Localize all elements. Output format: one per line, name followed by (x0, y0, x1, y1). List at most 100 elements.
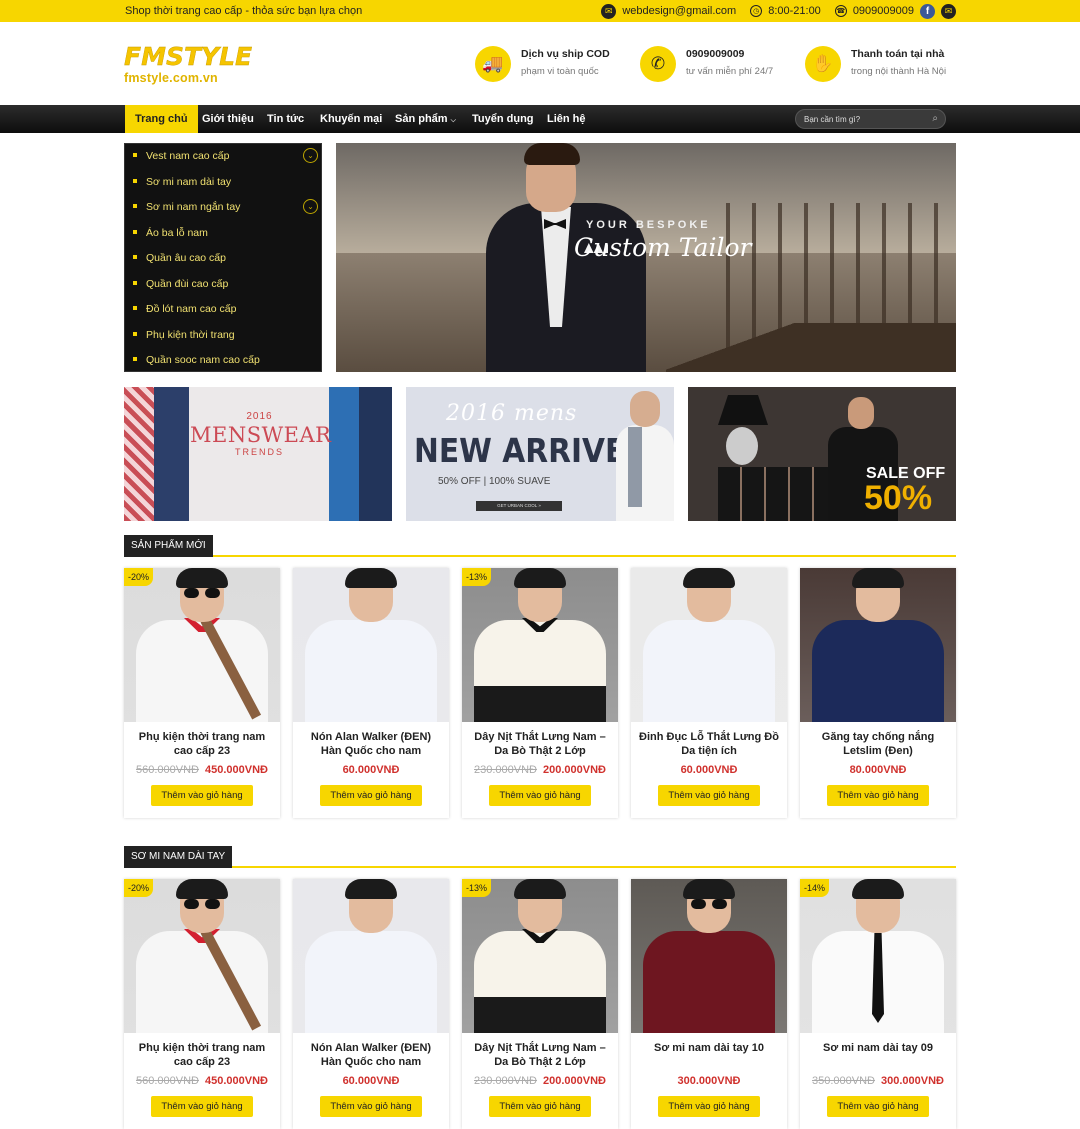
banner-title: NEW ARRIVE (414, 431, 626, 470)
section-title[interactable]: SẢN PHẨM MỚI (124, 535, 213, 557)
add-to-cart-button[interactable]: Thêm vào giỏ hàng (827, 1096, 929, 1117)
product-model-body (812, 620, 944, 722)
product-card[interactable]: -20% Phụ kiện thời trang nam cao cấp 23 56… (124, 879, 280, 1129)
nav-item-contact[interactable]: Liên hệ (537, 105, 596, 133)
sidebar-item-shorts[interactable]: Quần đùi cao cấp (125, 272, 323, 297)
bullet-icon (133, 178, 137, 183)
sidebar-item-underwear[interactable]: Đồ lót nam cao cấp (125, 297, 323, 322)
product-image[interactable] (462, 568, 618, 722)
product-name[interactable]: Đinh Đục Lỗ Thắt Lưng Đồ Da tiện ích (637, 730, 781, 758)
banner-sale-off[interactable]: SALE OFF 50% (688, 387, 956, 521)
product-image[interactable] (631, 879, 787, 1033)
bullet-icon (133, 255, 137, 259)
chevron-down-icon[interactable]: ⌄ (303, 199, 318, 214)
top-hours: 8:00-21:00 (768, 5, 821, 17)
product-card[interactable]: Đinh Đục Lỗ Thắt Lưng Đồ Da tiện ích 60.0… (631, 568, 787, 818)
product-price: 60.000VNĐ (631, 764, 787, 776)
nav-item-promotions[interactable]: Khuyến mại (310, 105, 392, 133)
site-logo[interactable]: FMSTYLE fmstyle.com.vn (124, 43, 253, 94)
product-card[interactable]: Nón Alan Walker (ĐEN) Hàn Quốc cho nam 60… (293, 879, 449, 1129)
sidebar-item-tank-top[interactable]: Áo ba lỗ nam (125, 221, 323, 246)
product-name[interactable]: Dây Nịt Thắt Lưng Nam – Da Bò Thật 2 Lớp (468, 730, 612, 758)
sidebar-item-label: Quần âu cao cấp (146, 252, 226, 264)
add-to-cart-button[interactable]: Thêm vào giỏ hàng (151, 1096, 253, 1117)
product-card[interactable]: Găng tay chống nắng Letslim (Đen) 80.000V… (800, 568, 956, 818)
banner-button[interactable]: GET URBAN COOL » (476, 501, 562, 511)
product-image[interactable] (293, 879, 449, 1033)
add-to-cart-button[interactable]: Thêm vào giỏ hàng (658, 1096, 760, 1117)
product-image[interactable] (800, 879, 956, 1033)
product-model-hair (683, 568, 735, 588)
product-name[interactable]: Nón Alan Walker (ĐEN) Hàn Quốc cho nam (299, 730, 443, 758)
sidebar-item-long-sleeve[interactable]: Sơ mi nam dài tay (125, 170, 323, 195)
product-image[interactable] (124, 568, 280, 722)
product-card[interactable]: -13% Dây Nịt Thắt Lưng Nam – Da Bò Thật 2… (462, 568, 618, 818)
product-name[interactable]: Sơ mi nam dài tay 10 (637, 1041, 781, 1055)
banner-offer: 50% OFF | 100% SUAVE (438, 476, 551, 487)
product-image[interactable] (124, 879, 280, 1033)
product-image[interactable] (462, 879, 618, 1033)
banner-menswear[interactable]: 2016 MENSWEAR TRENDS (124, 387, 392, 521)
product-price: 60.000VNĐ (293, 764, 449, 776)
product-card[interactable]: -20% Phụ kiện thời trang nam cao cấp 23 56… (124, 568, 280, 818)
search-input[interactable] (804, 112, 924, 126)
chevron-down-icon[interactable]: ⌄ (303, 148, 318, 163)
payment-hand-icon: ✋ (805, 46, 841, 82)
bullet-icon (133, 306, 137, 310)
product-model-hair (683, 879, 735, 899)
product-model-body (305, 620, 437, 722)
product-card[interactable]: Sơ mi nam dài tay 10 300.000VNĐ Thêm vào g… (631, 879, 787, 1129)
product-card[interactable]: -14% Sơ mi nam dài tay 09 350.000VNĐ 300.00… (800, 879, 956, 1129)
hero-model-hair (524, 143, 580, 165)
service-sub: phạm vi toàn quốc (521, 66, 599, 77)
product-model-hair (345, 879, 397, 899)
top-phone[interactable]: 0909009009 (853, 5, 914, 17)
banner-new-arrive[interactable]: 2016 mens NEW ARRIVE 50% OFF | 100% SUAV… (406, 387, 674, 521)
add-to-cart-button[interactable]: Thêm vào giỏ hàng (658, 785, 760, 806)
add-to-cart-button[interactable]: Thêm vào giỏ hàng (151, 785, 253, 806)
product-price: 300.000VNĐ (631, 1075, 787, 1087)
product-name[interactable]: Sơ mi nam dài tay 09 (806, 1041, 950, 1055)
sidebar-item-vest[interactable]: Vest nam cao cấp ⌄ (125, 144, 323, 169)
category-sidebar: Vest nam cao cấp ⌄ Sơ mi nam dài tay Sơ m… (124, 143, 322, 372)
product-model-hair (852, 568, 904, 588)
product-model-hair (345, 568, 397, 588)
service-sub: trong nội thành Hà Nội (851, 66, 947, 77)
product-name[interactable]: Dây Nịt Thắt Lưng Nam – Da Bò Thật 2 Lớp (468, 1041, 612, 1069)
product-name[interactable]: Phụ kiện thời trang nam cao cấp 23 (130, 1041, 274, 1069)
top-email[interactable]: webdesign@gmail.com (622, 5, 736, 17)
product-image[interactable] (293, 568, 449, 722)
section-title[interactable]: SƠ MI NAM DÀI TAY (124, 846, 233, 868)
nav-item-about[interactable]: Giới thiệu (192, 105, 264, 133)
product-new-price: 300.000VNĐ (881, 1075, 944, 1087)
nav-item-home[interactable]: Trang chủ (125, 105, 198, 133)
product-card[interactable]: -13% Dây Nịt Thắt Lưng Nam – Da Bò Thật 2… (462, 879, 618, 1129)
nav-item-products[interactable]: Sản phẩm ⌵ (385, 105, 460, 133)
product-name[interactable]: Phụ kiện thời trang nam cao cấp 23 (130, 730, 274, 758)
product-new-price: 450.000VNĐ (205, 764, 268, 776)
product-image[interactable] (631, 568, 787, 722)
facebook-icon[interactable]: f (920, 3, 935, 19)
product-image[interactable] (800, 568, 956, 722)
jacket-image (154, 387, 189, 521)
sidebar-item-accessories[interactable]: Phụ kiện thời trang (125, 323, 323, 348)
add-to-cart-button[interactable]: Thêm vào giỏ hàng (489, 785, 591, 806)
discount-badge: -13% (462, 879, 492, 897)
nav-item-careers[interactable]: Tuyển dụng (462, 105, 544, 133)
product-card[interactable]: Nón Alan Walker (ĐEN) Hàn Quốc cho nam 60… (293, 568, 449, 818)
sidebar-item-trousers[interactable]: Quần âu cao cấp (125, 246, 323, 271)
product-old-price: 560.000VNĐ (136, 1075, 199, 1087)
add-to-cart-button[interactable]: Thêm vào giỏ hàng (827, 785, 929, 806)
banner-sale-percent: 50% (864, 479, 933, 517)
add-to-cart-button[interactable]: Thêm vào giỏ hàng (489, 1096, 591, 1117)
add-to-cart-button[interactable]: Thêm vào giỏ hàng (320, 785, 422, 806)
product-name[interactable]: Nón Alan Walker (ĐEN) Hàn Quốc cho nam (299, 1041, 443, 1069)
mail-icon[interactable]: ✉ (941, 3, 956, 19)
nav-item-news[interactable]: Tin tức (257, 105, 314, 133)
search-icon[interactable]: ⌕ (932, 113, 938, 124)
add-to-cart-button[interactable]: Thêm vào giỏ hàng (320, 1096, 422, 1117)
hero-slider[interactable]: YOUR BESPOKE Custom Tailor (336, 143, 956, 372)
product-name[interactable]: Găng tay chống nắng Letslim (Đen) (806, 730, 950, 758)
sidebar-item-short-sleeve[interactable]: Sơ mi nam ngắn tay ⌄ (125, 195, 323, 220)
sidebar-item-sooc[interactable]: Quần sooc nam cao cấp (125, 348, 323, 373)
